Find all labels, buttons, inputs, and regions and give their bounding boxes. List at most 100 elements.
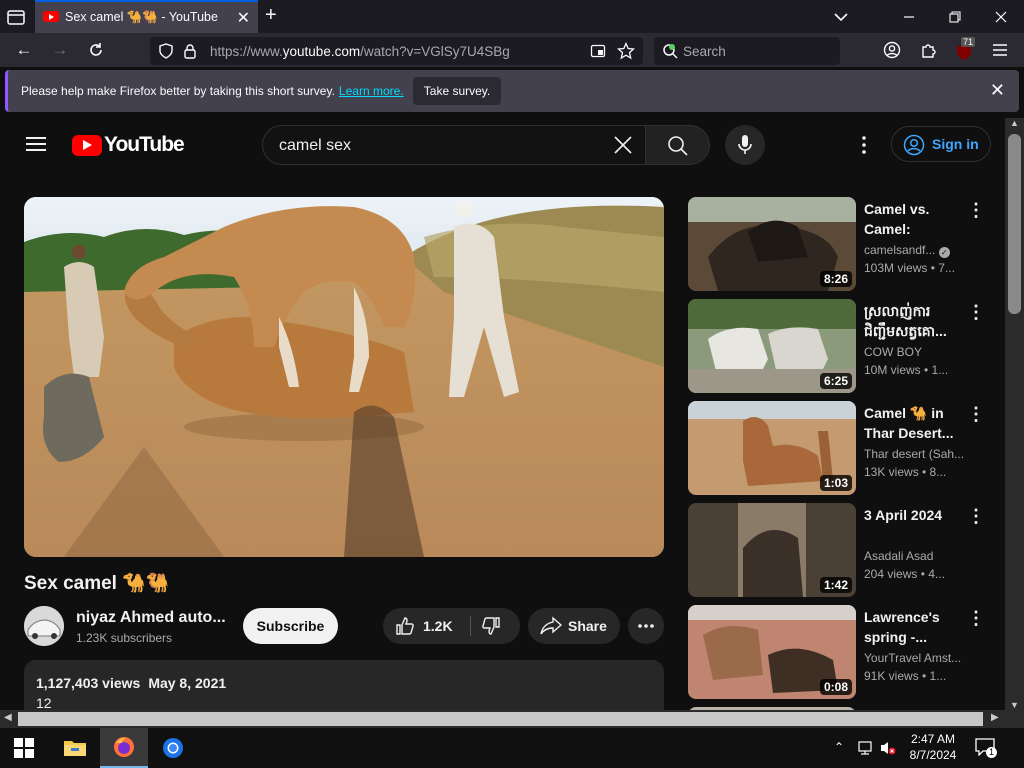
clock-date: 8/7/2024: [909, 748, 957, 762]
chrome-icon: [163, 738, 183, 758]
video-thumbnail[interactable]: 1:03: [688, 401, 856, 495]
related-video-channel[interactable]: Thar desert (Sah...: [864, 447, 964, 461]
related-video-title[interactable]: Camel vs. Camel: Anima...: [864, 199, 964, 239]
url-bar[interactable]: https://www.youtube.com/watch?v=VGlSy7U4…: [150, 37, 643, 65]
reader-view-icon[interactable]: [590, 43, 606, 59]
video-thumbnail[interactable]: 1:42: [688, 503, 856, 597]
video-thumbnail[interactable]: 8:26: [688, 197, 856, 291]
horizontal-scroll-thumb[interactable]: [18, 712, 983, 726]
new-tab-button[interactable]: +: [265, 4, 277, 27]
list-all-tabs-icon[interactable]: [6, 7, 26, 27]
start-button[interactable]: [0, 728, 48, 768]
volume-muted-icon[interactable]: [879, 740, 897, 756]
learn-more-link[interactable]: Learn more.: [339, 84, 404, 98]
back-button[interactable]: ←: [12, 39, 36, 61]
related-video-item[interactable]: 6:25 ស្រលាញ់ការ ជិញ្ជឹមសត្វគោ... COW BOY…: [688, 299, 1000, 395]
related-video-channel[interactable]: COW BOY: [864, 345, 922, 359]
sign-in-button[interactable]: Sign in: [891, 126, 991, 162]
youtube-search-input[interactable]: camel sex: [262, 125, 646, 165]
like-dislike-group: 1.2K: [383, 608, 520, 644]
tracking-protection-shield-icon[interactable]: [158, 43, 174, 59]
lock-icon[interactable]: [183, 43, 197, 59]
video-thumbnail[interactable]: 6:25: [688, 299, 856, 393]
horizontal-scrollbar[interactable]: ◀ ▶: [0, 710, 1005, 728]
close-notification-icon[interactable]: ✕: [990, 80, 1005, 101]
related-video-menu-icon[interactable]: ⋮: [966, 303, 986, 323]
related-video-channel[interactable]: YourTravel Amst...: [864, 651, 961, 665]
take-survey-button[interactable]: Take survey.: [413, 77, 501, 105]
youtube-logo-icon[interactable]: [72, 135, 102, 156]
network-icon[interactable]: [857, 740, 875, 756]
view-date-meta: 1,127,403 views May 8, 2021: [36, 675, 226, 691]
web-search-field[interactable]: Search: [654, 37, 840, 65]
close-window-button[interactable]: [978, 0, 1024, 33]
app-menu-icon[interactable]: [992, 42, 1008, 58]
voice-search-button[interactable]: [725, 125, 765, 165]
guide-menu-icon[interactable]: [26, 137, 46, 151]
related-video-menu-icon[interactable]: ⋮: [966, 405, 986, 425]
subscribe-button[interactable]: Subscribe: [243, 608, 338, 644]
scroll-down-arrow-icon[interactable]: ▼: [1010, 700, 1019, 710]
related-video-title[interactable]: Lawrence's spring -...: [864, 607, 964, 647]
related-video-title[interactable]: 3 April 2024: [864, 505, 964, 525]
video-duration: 1:42: [819, 577, 852, 593]
account-circle-icon: [903, 134, 925, 156]
vertical-scrollbar[interactable]: ▲ ▼: [1005, 118, 1024, 710]
channel-avatar[interactable]: [24, 606, 64, 646]
bookmark-star-icon[interactable]: [617, 42, 635, 60]
related-video-title[interactable]: ស្រលាញ់ការ ជិញ្ជឹមសត្វគោ...: [864, 301, 964, 341]
action-center-button[interactable]: 1: [975, 738, 997, 758]
related-video-item[interactable]: 1:42 3 April 2024 Asadali Asad 204 views…: [688, 503, 1000, 599]
description-box[interactable]: 1,127,403 views May 8, 2021 12: [24, 660, 664, 710]
search-engine-icon: [663, 44, 678, 59]
tab-overflow-chevron-icon[interactable]: [818, 0, 864, 33]
youtube-logo-text[interactable]: YouTube: [104, 133, 185, 157]
related-video-menu-icon[interactable]: ⋮: [966, 201, 986, 221]
more-actions-button[interactable]: [628, 608, 664, 644]
car-avatar-icon: [24, 606, 64, 646]
related-video-channel[interactable]: Asadali Asad: [864, 549, 933, 563]
scroll-left-arrow-icon[interactable]: ◀: [4, 712, 12, 723]
related-video-views: 13K views • 8...: [864, 465, 947, 479]
chrome-taskbar-button[interactable]: [149, 728, 197, 768]
related-video-menu-icon[interactable]: ⋮: [966, 507, 986, 527]
related-video-menu-icon[interactable]: ⋮: [966, 609, 986, 629]
restore-button[interactable]: [932, 0, 978, 33]
related-video-item[interactable]: 8:26 Camel vs. Camel: Anima... camelsand…: [688, 197, 1000, 293]
settings-kebab-icon[interactable]: [854, 135, 874, 155]
system-clock[interactable]: 2:47 AM 8/7/2024: [903, 731, 963, 763]
channel-name[interactable]: niyaz Ahmed auto...: [76, 609, 226, 627]
tab-close-icon[interactable]: ✕: [237, 8, 250, 28]
microphone-icon: [738, 135, 752, 154]
like-count: 1.2K: [423, 618, 453, 634]
dislike-button[interactable]: [481, 616, 501, 636]
scroll-right-arrow-icon[interactable]: ▶: [991, 712, 999, 723]
video-thumbnail[interactable]: 0:08: [688, 605, 856, 699]
firefox-icon: [114, 737, 134, 757]
clear-search-icon[interactable]: [613, 135, 633, 155]
tab-youtube[interactable]: Sex camel 🐪🐫 - YouTube ✕: [35, 0, 258, 33]
show-hidden-icons-chevron-icon[interactable]: ⌃: [834, 740, 844, 754]
video-player[interactable]: [24, 197, 664, 557]
ublock-extension-button[interactable]: 71: [954, 37, 978, 63]
forward-button[interactable]: →: [48, 39, 72, 61]
extensions-puzzle-icon[interactable]: [920, 41, 938, 59]
reload-button[interactable]: [84, 39, 108, 61]
related-video-title[interactable]: Camel 🐪 in Thar Desert...: [864, 403, 964, 443]
minimize-button[interactable]: [886, 0, 932, 33]
vertical-scroll-thumb[interactable]: [1008, 134, 1021, 314]
scroll-up-arrow-icon[interactable]: ▲: [1010, 118, 1019, 128]
like-button[interactable]: [395, 616, 415, 636]
related-video-channel[interactable]: camelsandf... ✓: [864, 243, 950, 258]
windows-taskbar: ⌃ 2:47 AM 8/7/2024 1: [0, 728, 1024, 768]
related-video-item[interactable]: 1:03 Camel 🐪 in Thar Desert... Thar dese…: [688, 401, 1000, 497]
share-button[interactable]: Share: [528, 608, 620, 644]
account-icon[interactable]: [883, 41, 901, 59]
url-text: https://www.youtube.com/watch?v=VGlSy7U4…: [210, 44, 510, 59]
firefox-taskbar-button[interactable]: [100, 728, 148, 768]
clock-time: 2:47 AM: [910, 732, 956, 746]
file-explorer-button[interactable]: [51, 728, 99, 768]
windows-logo-icon: [14, 738, 34, 758]
related-video-item[interactable]: 0:08 Lawrence's spring -... YourTravel A…: [688, 605, 1000, 701]
search-button[interactable]: [646, 125, 710, 165]
